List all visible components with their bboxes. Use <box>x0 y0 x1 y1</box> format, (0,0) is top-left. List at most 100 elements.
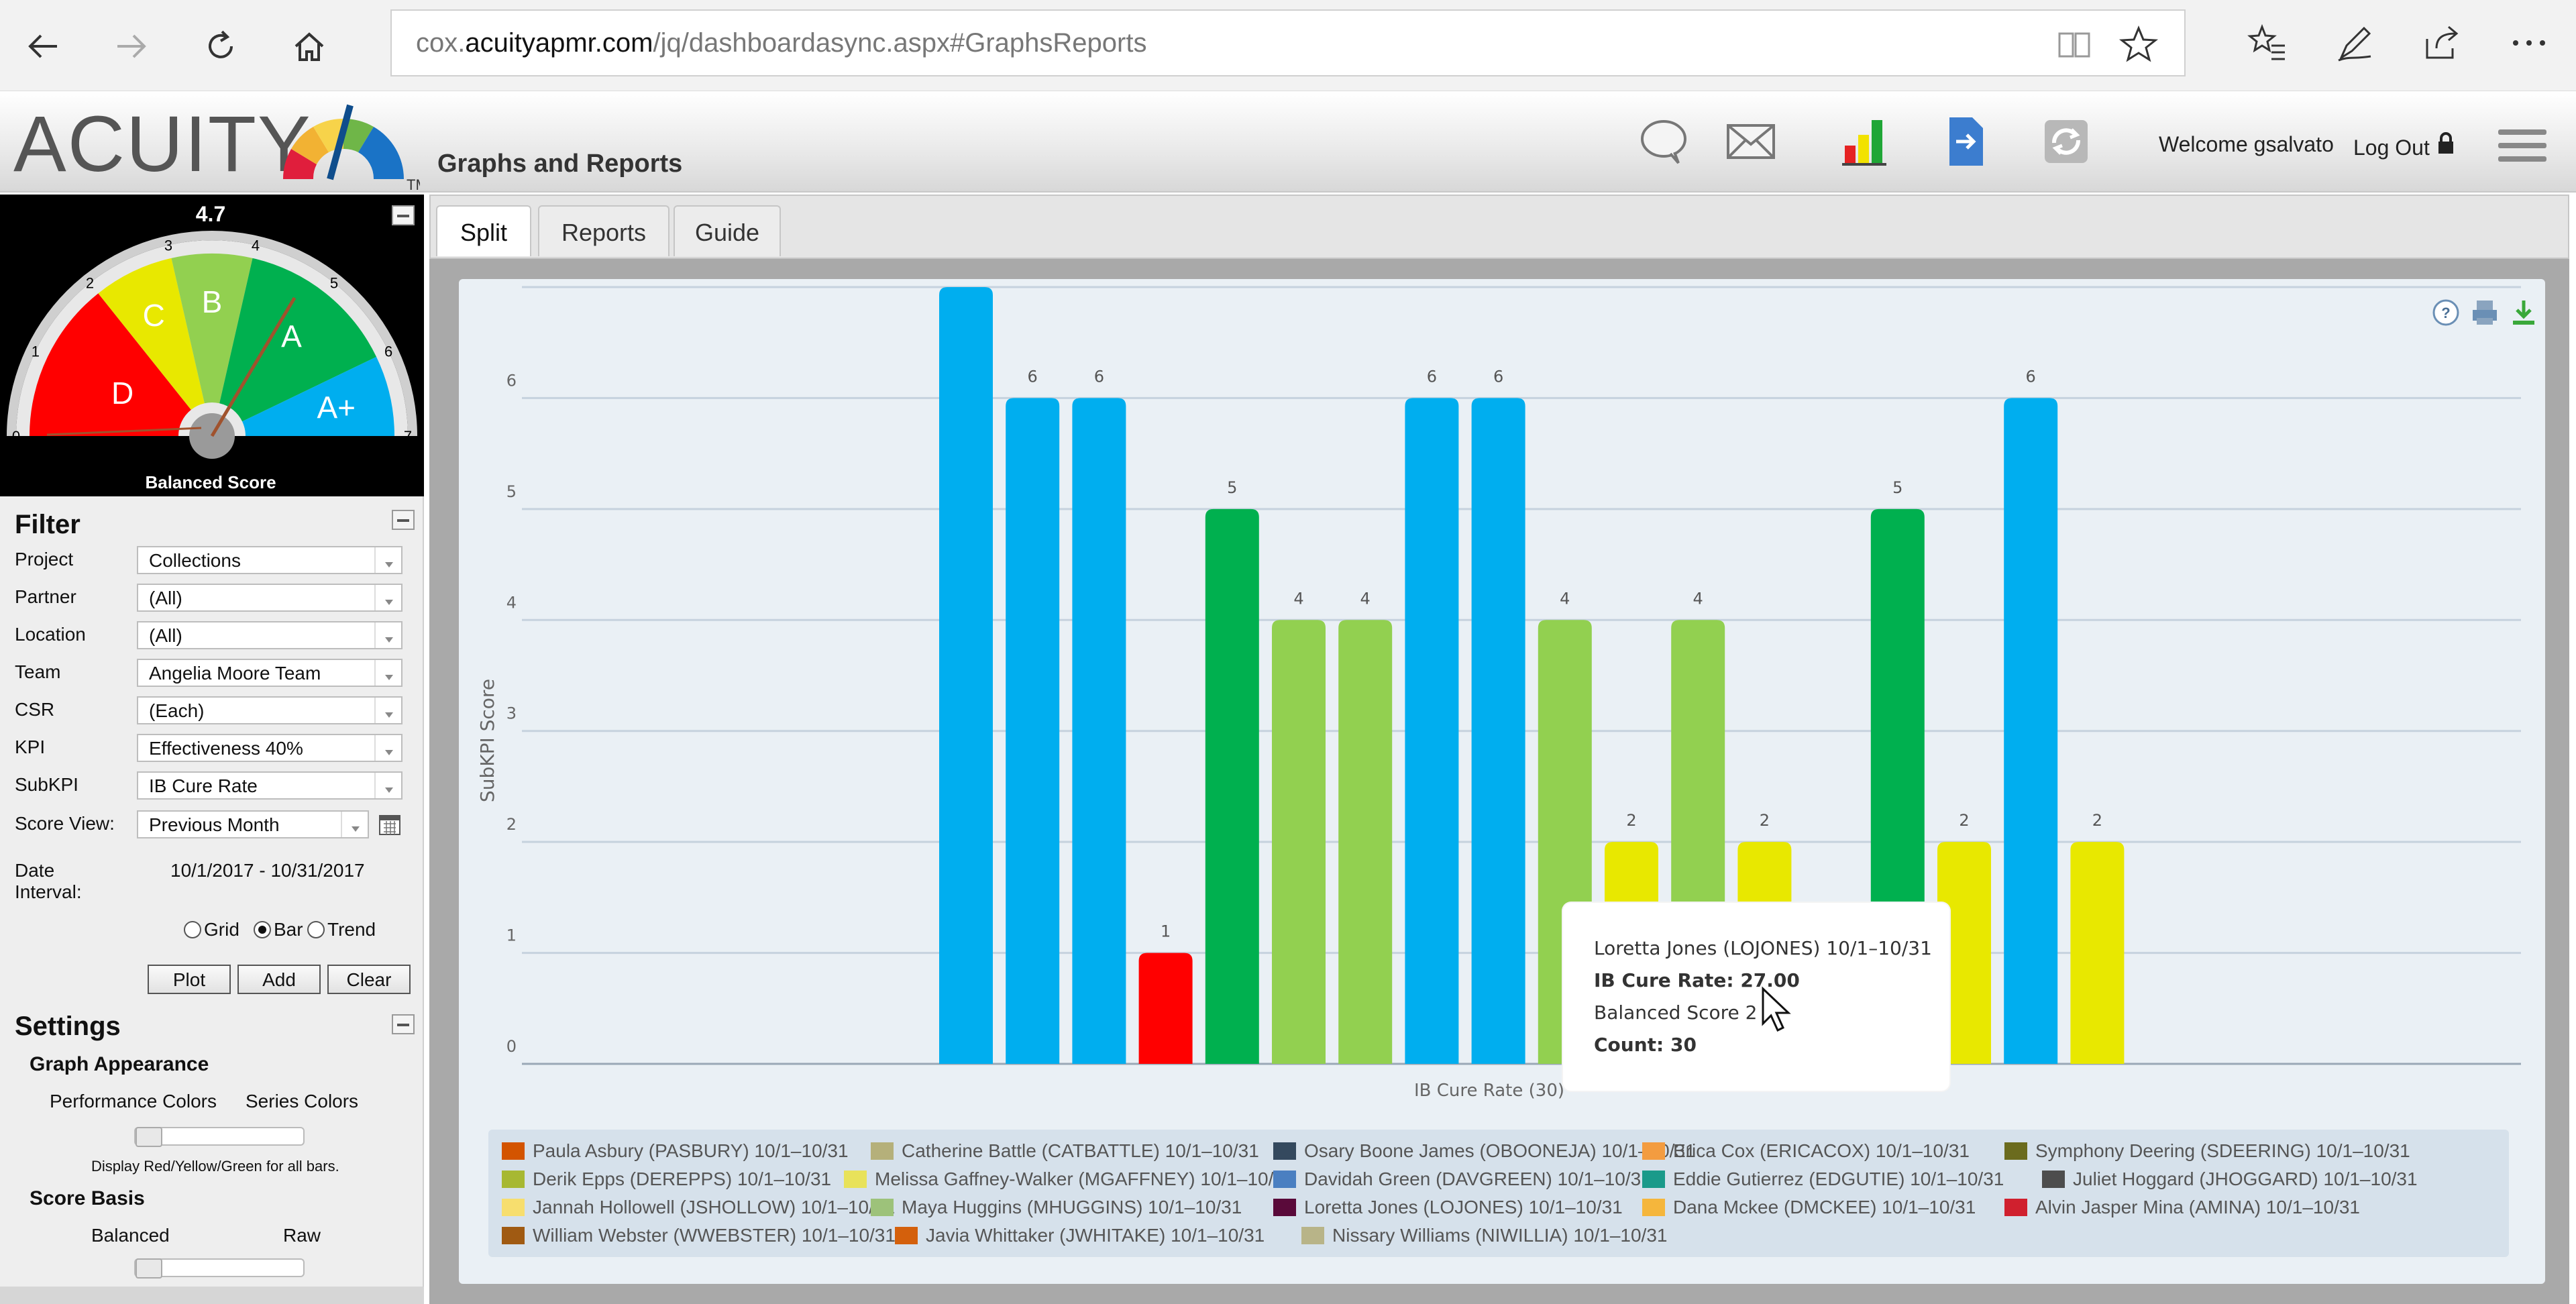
y-tick-label: 2 <box>506 815 517 834</box>
filter-select-4[interactable]: (Each) <box>137 696 402 724</box>
import-document-icon[interactable] <box>1939 115 1992 168</box>
filter-select-0[interactable]: Collections <box>137 546 402 574</box>
bar-2[interactable] <box>1072 398 1126 1064</box>
filter-select-6[interactable]: IB Cure Rate <box>137 771 402 800</box>
legend-swatch <box>1273 1171 1296 1188</box>
bar-8[interactable] <box>1471 398 1525 1064</box>
radio-bar-dot[interactable] <box>254 921 271 938</box>
legend-item[interactable]: Melissa Gaffney-Walker (MGAFFNEY) 10/1–1… <box>844 1169 1295 1190</box>
legend-item[interactable]: Catherine Battle (CATBATTLE) 10/1–10/31 <box>871 1140 1259 1162</box>
tab-strip: Split Reports Guide <box>429 195 2569 259</box>
back-icon[interactable] <box>13 16 74 76</box>
legend-label: Juliet Hoggard (JHOGGARD) 10/1–10/31 <box>2073 1169 2418 1189</box>
filter-select-1[interactable]: (All) <box>137 584 402 612</box>
share-icon[interactable] <box>2422 23 2462 63</box>
refresh-icon[interactable] <box>191 16 251 76</box>
x-axis-label: IB Cure Rate (30) <box>1414 1081 1564 1101</box>
bar-chart-icon[interactable] <box>1838 115 1892 168</box>
filter-select-5[interactable]: Effectiveness 40% <box>137 734 402 762</box>
hamburger-menu-icon[interactable] <box>2496 125 2549 166</box>
legend-item[interactable]: Dana Mckee (DMCKEE) 10/1–10/31 <box>1642 1197 1976 1218</box>
tab-reports[interactable]: Reports <box>538 205 669 256</box>
legend-item[interactable]: Javia Whittaker (JWHITAKE) 10/1–10/31 <box>895 1225 1265 1246</box>
radio-trend-dot[interactable] <box>307 921 325 938</box>
filter-select-3[interactable]: Angelia Moore Team <box>137 659 402 687</box>
balanced-score-gauge: 4.7 0 1 2 3 4 5 6 7 D C B A A+ Balanced Score <box>0 195 424 496</box>
chevron-down-icon[interactable] <box>374 585 401 610</box>
legend-item[interactable]: Davidah Green (DAVGREEN) 10/1–10/31 <box>1273 1169 1652 1190</box>
legend-item[interactable]: Erica Cox (ERICACOX) 10/1–10/31 <box>1642 1140 1970 1162</box>
url-text: cox.acuityapmr.com/jq/dashboardasync.asp… <box>416 28 1147 58</box>
filter-select-value: Effectiveness 40% <box>149 738 303 759</box>
legend-item[interactable]: Derik Epps (DEREPPS) 10/1–10/31 <box>502 1169 831 1190</box>
legend-item[interactable]: Juliet Hoggard (JHOGGARD) 10/1–10/31 <box>2042 1169 2418 1190</box>
tab-split[interactable]: Split <box>436 205 531 256</box>
logout-link[interactable]: Log Out <box>2353 132 2456 160</box>
radio-bar[interactable]: Bar <box>254 919 303 940</box>
radio-trend[interactable]: Trend <box>307 919 376 940</box>
gauge-tick-label: 1 <box>32 343 40 360</box>
chat-icon[interactable] <box>1637 115 1690 168</box>
clear-button[interactable]: Clear <box>327 965 411 994</box>
address-bar[interactable]: cox.acuityapmr.com/jq/dashboardasync.asp… <box>390 9 2186 76</box>
filter-select-2[interactable]: (All) <box>137 621 402 649</box>
chevron-down-icon[interactable] <box>374 660 401 686</box>
legend-swatch <box>502 1142 525 1160</box>
bar-6[interactable] <box>1338 620 1393 1064</box>
legend-swatch <box>502 1227 525 1244</box>
color-mode-slider-knob[interactable] <box>136 1127 162 1147</box>
legend-item[interactable]: Nissary Williams (NIWILLIA) 10/1–10/31 <box>1301 1225 1667 1246</box>
radio-grid[interactable]: Grid <box>184 919 239 940</box>
legend-swatch <box>1642 1171 1665 1188</box>
calendar-icon[interactable] <box>378 813 401 836</box>
chevron-down-icon[interactable] <box>374 622 401 648</box>
legend-item[interactable]: Symphony Deering (SDEERING) 10/1–10/31 <box>2004 1140 2410 1162</box>
bar-16[interactable] <box>2004 398 2058 1064</box>
legend-item[interactable]: Paula Asbury (PASBURY) 10/1–10/31 <box>502 1140 849 1162</box>
balanced-label: Balanced <box>91 1225 170 1246</box>
chevron-down-icon[interactable] <box>374 547 401 573</box>
bar-5[interactable] <box>1272 620 1326 1064</box>
color-mode-slider[interactable] <box>134 1127 305 1147</box>
left-panel-scrollbar[interactable] <box>0 1287 424 1304</box>
bar-1[interactable] <box>1006 398 1060 1064</box>
favorite-star-icon[interactable] <box>2118 24 2159 64</box>
score-basis-slider-knob[interactable] <box>136 1258 162 1279</box>
acuity-logo[interactable]: ACUITY TM <box>11 99 420 193</box>
legend-item[interactable]: Osary Boone James (OBOONEJA) 10/1–10/31 <box>1273 1140 1696 1162</box>
gauge-tick-label: 4 <box>252 237 260 254</box>
filter-collapse-button[interactable] <box>392 510 415 530</box>
bar-4[interactable] <box>1205 508 1259 1064</box>
bar-0[interactable] <box>939 287 993 1064</box>
legend-item[interactable]: William Webster (WWEBSTER) 10/1–10/31 <box>502 1225 896 1246</box>
score-basis-slider[interactable] <box>134 1258 305 1279</box>
favorites-list-icon[interactable] <box>2247 23 2288 63</box>
add-button[interactable]: Add <box>237 965 321 994</box>
legend-item[interactable]: Eddie Gutierrez (EDGUTIE) 10/1–10/31 <box>1642 1169 2004 1190</box>
gauge-collapse-button[interactable] <box>392 205 415 225</box>
bar-7[interactable] <box>1405 398 1459 1064</box>
tab-guide[interactable]: Guide <box>674 205 781 256</box>
forward-icon[interactable] <box>101 16 161 76</box>
chevron-down-icon[interactable] <box>374 698 401 723</box>
sync-icon[interactable] <box>2039 115 2093 168</box>
filter-select-7[interactable]: Previous Month <box>137 810 369 838</box>
settings-collapse-button[interactable] <box>392 1014 415 1034</box>
legend-label: Derik Epps (DEREPPS) 10/1–10/31 <box>533 1169 832 1189</box>
mail-icon[interactable] <box>1724 115 1778 168</box>
chevron-down-icon[interactable] <box>341 812 368 837</box>
plot-button[interactable]: Plot <box>148 965 231 994</box>
bar-3[interactable] <box>1138 953 1193 1064</box>
legend-item[interactable]: Alvin Jasper Mina (AMINA) 10/1–10/31 <box>2004 1197 2360 1218</box>
pen-icon[interactable] <box>2334 23 2375 63</box>
legend-item[interactable]: Jannah Hollowell (JSHOLLOW) 10/1–10/31 <box>502 1197 895 1218</box>
legend-item[interactable]: Maya Huggins (MHUGGINS) 10/1–10/31 <box>871 1197 1242 1218</box>
radio-grid-dot[interactable] <box>184 921 201 938</box>
more-icon[interactable] <box>2509 23 2549 63</box>
legend-item[interactable]: Loretta Jones (LOJONES) 10/1–10/31 <box>1273 1197 1623 1218</box>
chevron-down-icon[interactable] <box>374 773 401 798</box>
chevron-down-icon[interactable] <box>374 735 401 761</box>
reading-view-icon[interactable] <box>2054 24 2094 64</box>
bar-17[interactable] <box>2070 842 2125 1064</box>
home-icon[interactable] <box>279 16 339 76</box>
